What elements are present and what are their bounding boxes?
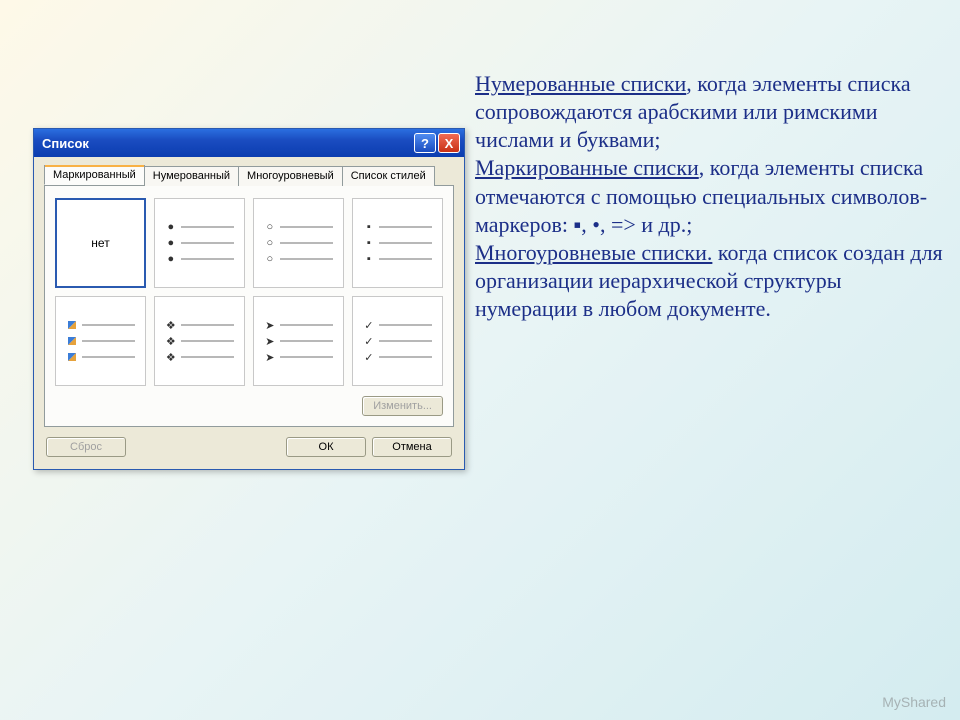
- bullet-option-check[interactable]: ✓ ✓ ✓: [352, 296, 443, 386]
- bullet-option-image[interactable]: [55, 296, 146, 386]
- modify-button[interactable]: Изменить...: [362, 396, 443, 416]
- check-icon: ✓: [363, 319, 375, 332]
- square-icon: ▪: [363, 221, 375, 233]
- chevron-icon: ➤: [264, 319, 276, 332]
- bullet-option-disc[interactable]: ● ● ●: [154, 198, 245, 288]
- circle-icon: ○: [264, 221, 276, 233]
- bullet-option-circle[interactable]: ○ ○ ○: [253, 198, 344, 288]
- bullet-option-chevron[interactable]: ➤ ➤ ➤: [253, 296, 344, 386]
- tab-bulleted[interactable]: Маркированный: [44, 165, 145, 185]
- bullet-grid: нет ● ● ● ○ ○ ○: [55, 198, 443, 386]
- tabs: Маркированный Нумерованный Многоуровневы…: [44, 165, 454, 186]
- tab-panel: нет ● ● ● ○ ○ ○: [44, 186, 454, 427]
- close-button[interactable]: X: [438, 133, 460, 153]
- bullet-option-square[interactable]: ▪ ▪ ▪: [352, 198, 443, 288]
- tab-stylelist[interactable]: Список стилей: [342, 166, 435, 186]
- image-bullet-icon: [66, 320, 78, 330]
- term-numbered: Нумерованные списки: [475, 71, 686, 96]
- inner-button-row: Изменить...: [55, 396, 443, 416]
- bullet-option-none[interactable]: нет: [55, 198, 146, 288]
- outer-button-row: Сброс ОК Отмена: [44, 437, 454, 457]
- dialog-title: Список: [42, 136, 412, 151]
- term-bulleted: Маркированные списки: [475, 155, 699, 180]
- help-button[interactable]: ?: [414, 133, 436, 153]
- term-multilevel: Многоуровневые списки.: [475, 240, 712, 265]
- dialog-body: Маркированный Нумерованный Многоуровневы…: [34, 157, 464, 469]
- disc-icon: ●: [165, 221, 177, 233]
- list-dialog: Список ? X Маркированный Нумерованный Мн…: [33, 128, 465, 470]
- diamond-icon: ❖: [165, 319, 177, 332]
- cancel-button[interactable]: Отмена: [372, 437, 452, 457]
- titlebar[interactable]: Список ? X: [34, 129, 464, 157]
- bullet-option-diamond[interactable]: ❖ ❖ ❖: [154, 296, 245, 386]
- watermark: MyShared: [882, 694, 946, 710]
- none-label: нет: [91, 236, 109, 250]
- tab-numbered[interactable]: Нумерованный: [144, 166, 239, 186]
- description-text: Нумерованные списки, когда элементы спис…: [475, 70, 945, 323]
- reset-button[interactable]: Сброс: [46, 437, 126, 457]
- ok-button[interactable]: ОК: [286, 437, 366, 457]
- tab-multilevel[interactable]: Многоуровневый: [238, 166, 343, 186]
